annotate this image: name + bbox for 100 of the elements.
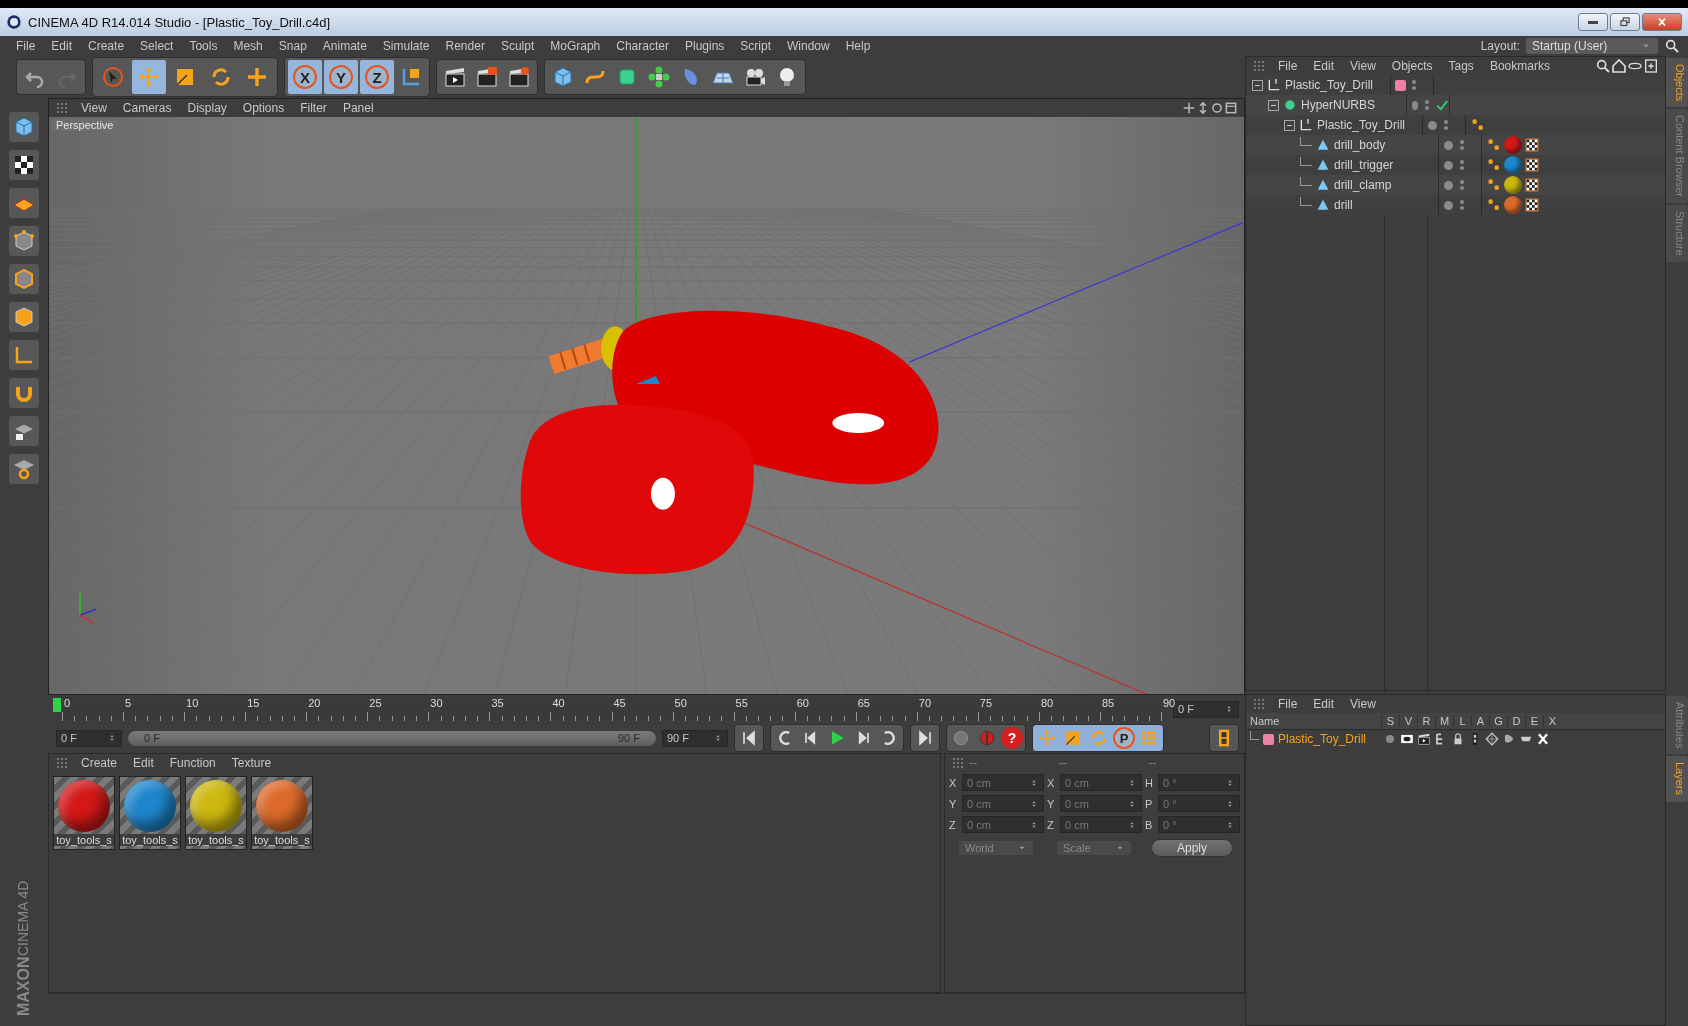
end-frame-field[interactable]: 90 F <box>662 729 728 747</box>
column-header[interactable]: R <box>1417 715 1435 727</box>
close-button[interactable] <box>1642 13 1682 31</box>
viewport-menu-item[interactable]: Cameras <box>114 101 180 115</box>
column-header[interactable]: D <box>1507 715 1525 727</box>
layer-dot-icon[interactable] <box>1412 100 1418 110</box>
phong-tag-icon[interactable] <box>1486 137 1502 153</box>
menu-item[interactable]: MoGraph <box>542 39 609 53</box>
menu-item[interactable]: Edit <box>43 39 81 53</box>
layer-name[interactable]: Plastic_Toy_Drill <box>1278 732 1367 746</box>
object-menu-item[interactable]: Bookmarks <box>1481 59 1558 73</box>
layer-color-swatch[interactable] <box>1395 79 1406 91</box>
column-header[interactable]: G <box>1489 715 1507 727</box>
snap-icon[interactable] <box>9 454 39 484</box>
menu-item[interactable]: Animate <box>314 39 375 53</box>
search-icon[interactable] <box>1664 38 1680 54</box>
new-window-icon[interactable] <box>1643 58 1659 74</box>
phong-tag-icon[interactable] <box>1486 177 1502 193</box>
collapse-toggle[interactable] <box>1284 119 1295 131</box>
magnet-icon[interactable] <box>9 378 39 408</box>
axis-lock-button[interactable]: Y <box>324 60 358 94</box>
object-name[interactable]: drill_trigger <box>1334 158 1394 172</box>
material-swatch[interactable]: toy_tools_s <box>185 776 247 850</box>
axis-lock-button[interactable]: X <box>288 60 322 94</box>
render-icon[interactable] <box>1416 732 1431 746</box>
axis-lock-button[interactable]: Z <box>360 60 394 94</box>
material-menu-item[interactable]: Texture <box>223 756 280 770</box>
layer-dot-icon[interactable] <box>1428 120 1437 130</box>
material-swatch[interactable]: toy_tools_s <box>251 776 313 850</box>
column-header[interactable]: V <box>1399 715 1417 727</box>
edges-mode-icon[interactable] <box>9 264 39 294</box>
layer-dot-icon[interactable] <box>1444 140 1453 150</box>
key-parameter-button[interactable]: P <box>1113 727 1135 749</box>
layer-color-swatch[interactable] <box>1263 733 1274 745</box>
checkerboard-icon[interactable] <box>9 150 39 180</box>
check-icon[interactable] <box>1435 98 1449 112</box>
material-swatch[interactable]: toy_tools_s <box>53 776 115 850</box>
viewport-menu-item[interactable]: Panel <box>334 101 382 115</box>
uvw-tag-icon[interactable] <box>1524 177 1540 193</box>
object-name[interactable]: HyperNURBS <box>1301 98 1375 112</box>
material-tag-icon[interactable] <box>1504 176 1522 194</box>
menu-item[interactable]: Create <box>80 39 133 53</box>
layer-dot-icon[interactable] <box>1444 180 1453 190</box>
side-tab[interactable]: Layers <box>1666 756 1688 802</box>
menu-item[interactable]: Snap <box>270 39 315 53</box>
uvw-tag-icon[interactable] <box>1524 197 1540 213</box>
uvw-tag-icon[interactable] <box>1524 137 1540 153</box>
help-button[interactable]: ? <box>1001 727 1023 749</box>
axis-icon[interactable] <box>9 340 39 370</box>
minimize-button[interactable] <box>1578 13 1608 31</box>
viewport-menu-item[interactable]: Display <box>179 101 235 115</box>
material-swatch[interactable]: toy_tools_s <box>119 776 181 850</box>
cube-icon[interactable] <box>9 112 39 142</box>
menu-item[interactable]: Render <box>437 39 493 53</box>
object-menu-item[interactable]: Tags <box>1440 59 1482 73</box>
home-icon[interactable] <box>1611 58 1627 74</box>
column-header[interactable]: L <box>1453 715 1471 727</box>
menu-item[interactable]: Script <box>732 39 779 53</box>
start-frame-field[interactable]: 0 F <box>56 729 122 747</box>
maximize-icon[interactable] <box>1224 101 1238 115</box>
object-menu-item[interactable]: Edit <box>1305 59 1343 73</box>
layer-menu-item[interactable]: View <box>1342 697 1384 711</box>
object-name[interactable]: drill_clamp <box>1334 178 1392 192</box>
collapse-toggle[interactable] <box>1268 99 1279 111</box>
orbit-icon[interactable] <box>1210 101 1224 115</box>
phong-tag-icon[interactable] <box>1470 117 1486 133</box>
object-menu-item[interactable]: View <box>1342 59 1384 73</box>
layout-dropdown[interactable]: Startup (User) <box>1526 38 1658 54</box>
object-name[interactable]: Plastic_Toy_Drill <box>1317 118 1406 132</box>
layer-menu-item[interactable]: File <box>1270 697 1306 711</box>
menu-item[interactable]: Select <box>132 39 182 53</box>
material-menu-item[interactable]: Edit <box>125 756 162 770</box>
column-header[interactable]: Name <box>1246 715 1381 727</box>
material-menu-item[interactable]: Create <box>73 756 126 770</box>
points-mode-icon[interactable] <box>9 226 39 256</box>
menu-item[interactable]: Mesh <box>225 39 271 53</box>
polygons-mode-icon[interactable] <box>9 302 39 332</box>
menu-item[interactable]: Character <box>608 39 677 53</box>
object-menu-item[interactable]: Objects <box>1383 59 1441 73</box>
viewport-menu-item[interactable]: Filter <box>292 101 335 115</box>
uvw-tag-icon[interactable] <box>1524 157 1540 173</box>
material-menu-item[interactable]: Function <box>161 756 224 770</box>
column-header[interactable]: M <box>1435 715 1453 727</box>
viewport-menu-item[interactable]: Options <box>234 101 293 115</box>
eye-icon[interactable] <box>1399 732 1414 746</box>
search-icon[interactable] <box>1595 58 1611 74</box>
cross-icon[interactable] <box>1535 732 1550 746</box>
restore-button[interactable] <box>1610 13 1640 31</box>
column-header[interactable]: X <box>1543 715 1561 727</box>
menu-item[interactable]: Tools <box>181 39 226 53</box>
menu-item[interactable]: File <box>8 39 44 53</box>
layer-dot-icon[interactable] <box>1444 160 1453 170</box>
column-header[interactable]: A <box>1471 715 1489 727</box>
grid-lock-icon[interactable] <box>9 416 39 446</box>
menu-item[interactable]: Window <box>779 39 838 53</box>
side-tab[interactable]: Objects <box>1666 58 1688 108</box>
menu-item[interactable]: Plugins <box>676 39 733 53</box>
phong-tag-icon[interactable] <box>1486 157 1502 173</box>
object-name[interactable]: drill <box>1334 198 1353 212</box>
apply-button[interactable]: Apply <box>1151 839 1233 857</box>
